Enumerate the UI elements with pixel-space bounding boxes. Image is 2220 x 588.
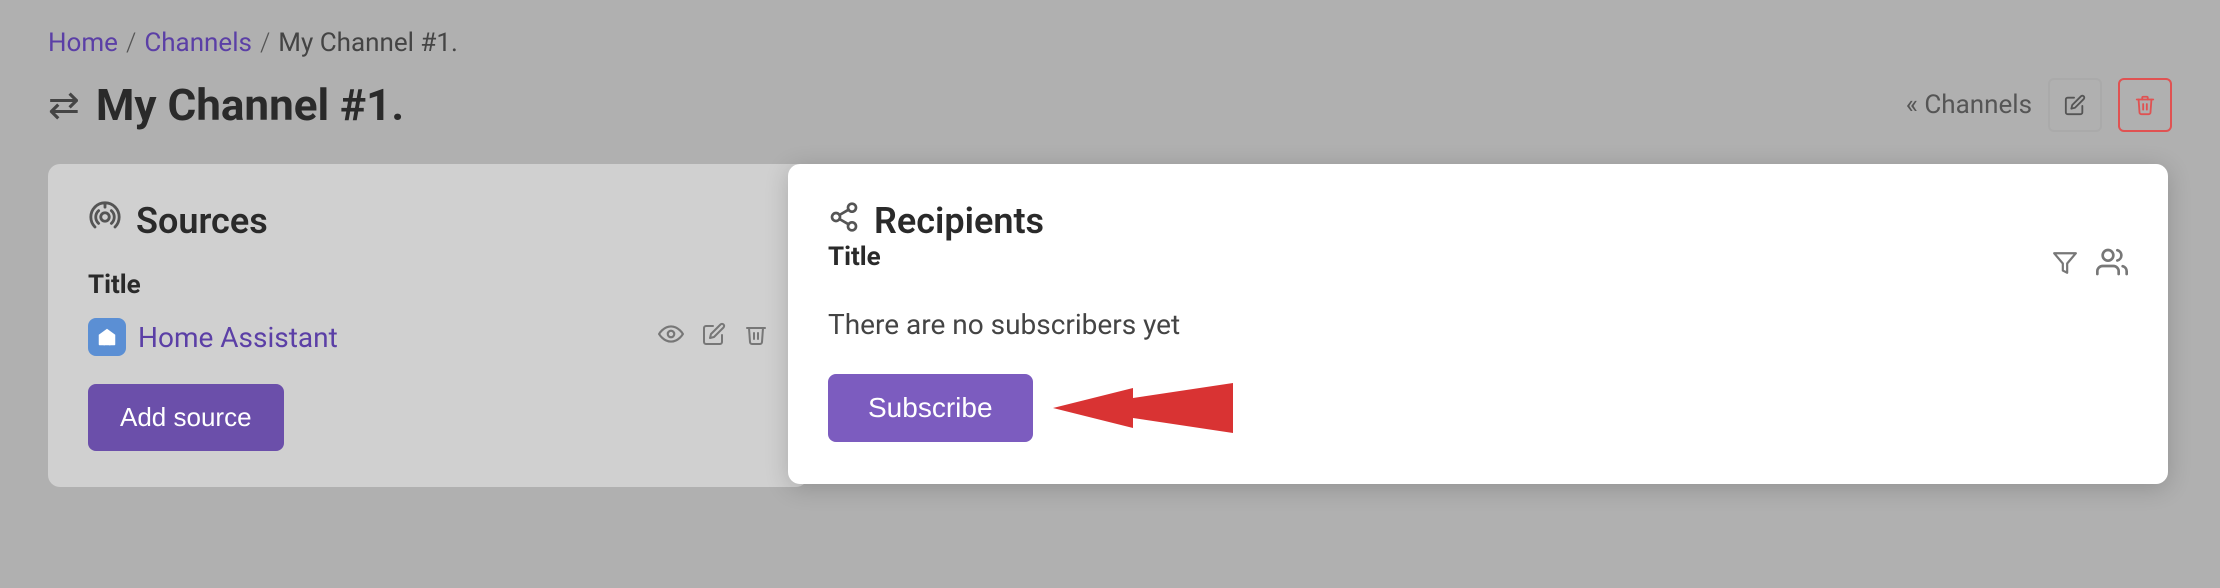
- manage-users-icon[interactable]: [2096, 246, 2128, 286]
- recipients-icon: [828, 201, 860, 241]
- view-source-icon[interactable]: [658, 321, 684, 354]
- home-assistant-icon: [88, 318, 126, 356]
- edit-source-icon[interactable]: [702, 322, 726, 353]
- sources-card: Sources Title Home Assistant: [48, 164, 808, 487]
- sources-card-title: Sources: [136, 200, 268, 242]
- breadcrumb-sep1: /: [126, 28, 136, 58]
- page-title-area: ⇄ My Channel #1.: [48, 79, 404, 131]
- source-name-home-assistant[interactable]: Home Assistant: [138, 321, 338, 354]
- delete-channel-button[interactable]: [2118, 78, 2172, 132]
- recipients-card-title: Recipients: [874, 200, 1044, 242]
- page-header: ⇄ My Channel #1. « Channels: [48, 78, 2172, 132]
- recipients-title-left: Recipients: [828, 200, 1044, 242]
- breadcrumb-channels[interactable]: Channels: [144, 28, 252, 58]
- no-subscribers-text: There are no subscribers yet: [828, 308, 2128, 341]
- page-title: My Channel #1.: [96, 79, 404, 131]
- recipients-col-row: Title: [828, 242, 2128, 290]
- source-row: Home Assistant: [88, 318, 768, 356]
- delete-source-icon[interactable]: [744, 322, 768, 353]
- channel-arrows-icon: ⇄: [48, 83, 80, 128]
- recipients-filter-icons: [2052, 246, 2128, 286]
- house-icon: [96, 326, 118, 348]
- subscribe-button[interactable]: Subscribe: [828, 374, 1033, 442]
- subscribe-area: Subscribe: [828, 373, 1233, 443]
- breadcrumb: Home / Channels / My Channel #1.: [48, 28, 2172, 58]
- sources-icon: [88, 200, 122, 242]
- back-to-channels-link[interactable]: « Channels: [1906, 90, 2032, 120]
- trash-icon: [2134, 94, 2156, 116]
- header-actions: « Channels: [1906, 78, 2172, 132]
- sources-col-header: Title: [88, 270, 768, 300]
- recipients-col-header: Title: [828, 242, 881, 272]
- breadcrumb-home[interactable]: Home: [48, 28, 118, 58]
- annotation-arrow: [1053, 373, 1233, 443]
- source-title-area: Home Assistant: [88, 318, 338, 356]
- recipients-card: Recipients Title: [788, 164, 2168, 484]
- edit-icon: [2064, 94, 2086, 116]
- breadcrumb-sep2: /: [260, 28, 270, 58]
- cards-row: Sources Title Home Assistant: [48, 164, 2172, 487]
- sources-card-header: Sources: [88, 200, 768, 242]
- add-source-button[interactable]: Add source: [88, 384, 284, 451]
- breadcrumb-current: My Channel #1.: [278, 28, 458, 58]
- source-actions: [658, 321, 768, 354]
- filter-icon[interactable]: [2052, 250, 2078, 283]
- edit-channel-button[interactable]: [2048, 78, 2102, 132]
- recipients-header-row: Recipients: [828, 200, 2128, 242]
